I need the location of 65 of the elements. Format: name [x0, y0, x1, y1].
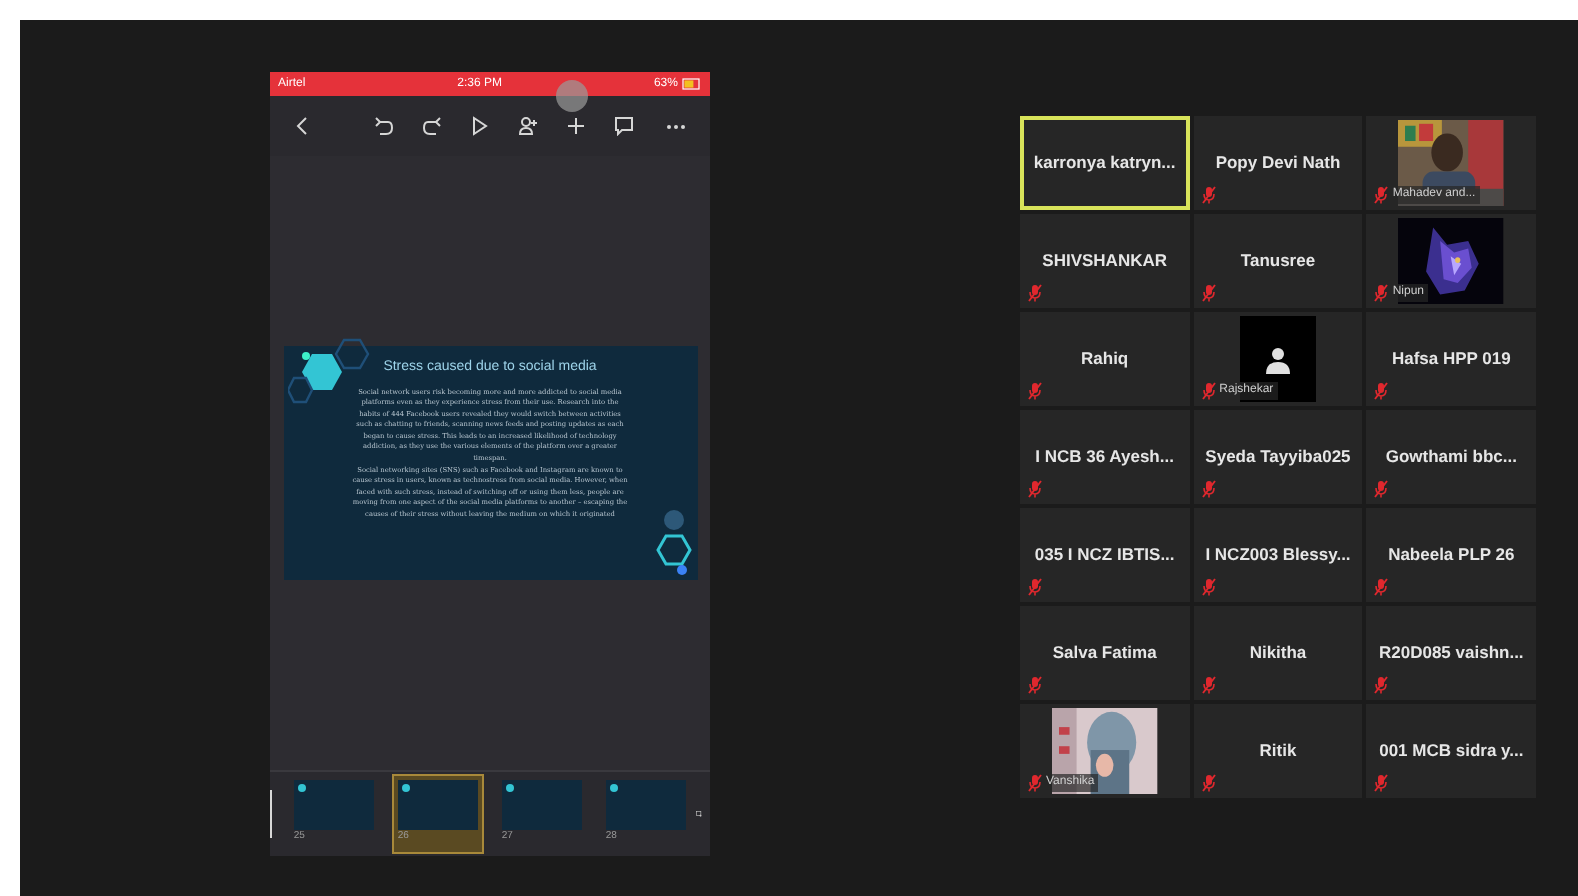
participant-tile[interactable]: R20D085 vaishn... [1366, 606, 1536, 700]
plus-icon[interactable] [566, 116, 586, 136]
participant-name: karronya katryn... [1033, 150, 1176, 176]
muted-mic-icon [1028, 382, 1042, 400]
participant-tile[interactable]: Salva Fatima [1020, 606, 1190, 700]
muted-mic-icon [1201, 774, 1216, 792]
muted-mic-icon [1201, 382, 1216, 400]
muted-mic-icon [1201, 186, 1216, 204]
muted-mic-icon [1201, 480, 1216, 498]
muted-mic-icon [1201, 676, 1216, 694]
muted-mic-icon [1374, 284, 1389, 302]
participant-name: Tanusree [1240, 248, 1316, 274]
participant-name: Hafsa HPP 019 [1391, 346, 1511, 372]
play-icon[interactable] [470, 116, 490, 136]
participant-tile[interactable]: I NCZ003 Blessy... [1193, 508, 1363, 602]
comment-icon[interactable] [614, 116, 634, 136]
battery-icon [681, 78, 702, 90]
participant-tile[interactable]: I NCB 36 Ayesh... [1020, 410, 1190, 504]
participant-tile[interactable]: Gowthami bbc... [1366, 410, 1536, 504]
participant-name: I NCB 36 Ayesh... [1035, 444, 1174, 470]
participant-name: Gowthami bbc... [1385, 444, 1517, 470]
muted-mic-icon [1374, 480, 1389, 498]
participant-name: Nikitha [1249, 640, 1307, 666]
participant-name: Ritik [1259, 738, 1297, 764]
muted-mic-icon [1201, 284, 1216, 302]
participant-name: R20D085 vaishn... [1379, 640, 1524, 666]
muted-mic-icon [1028, 676, 1042, 694]
muted-mic-icon [1374, 774, 1389, 792]
participant-name: Rahiq [1081, 346, 1129, 372]
participant-tile[interactable]: SHIVSHANKAR [1020, 214, 1190, 308]
participant-tile[interactable]: Syeda Tayyiba025 [1193, 410, 1363, 504]
participant-name: I NCZ003 Blessy... [1205, 542, 1351, 568]
muted-mic-icon [1028, 480, 1042, 498]
muted-mic-icon [1028, 774, 1042, 792]
more-icon[interactable] [666, 123, 686, 129]
person-icon [1263, 345, 1292, 373]
muted-mic-icon [1374, 676, 1389, 694]
participant-tile[interactable]: karronya katryn... [1020, 116, 1190, 210]
participant-tile[interactable]: 035 I NCZ IBTIS... [1020, 508, 1190, 602]
hexagon-drawing [653, 508, 693, 576]
participant-tile[interactable]: Nikitha [1193, 606, 1363, 700]
redo-icon[interactable] [422, 116, 442, 136]
participant-name: Syeda Tayyiba025 [1205, 444, 1351, 470]
add-person-icon[interactable] [518, 116, 538, 136]
muted-mic-icon [1028, 578, 1042, 596]
participant-name: 001 MCB sidra y... [1379, 738, 1524, 764]
participant-name: 035 I NCZ IBTIS... [1034, 542, 1175, 568]
participant-name: Salva Fatima [1052, 640, 1157, 666]
touch-indicator [556, 80, 588, 112]
muted-mic-icon [1201, 578, 1216, 596]
participant-tile[interactable]: Tanusree [1193, 214, 1363, 308]
muted-mic-icon [1374, 382, 1389, 400]
participant-tile[interactable]: 001 MCB sidra y... [1366, 704, 1536, 798]
participant-tile[interactable]: Hafsa HPP 019 [1366, 312, 1536, 406]
participant-name: SHIVSHANKAR [1042, 248, 1167, 274]
muted-mic-icon [1028, 284, 1042, 302]
undo-icon[interactable] [374, 116, 394, 136]
participant-name: Nabeela PLP 26 [1388, 542, 1515, 568]
muted-mic-icon [1374, 186, 1389, 204]
participant-tile[interactable]: Popy Devi Nath [1193, 116, 1363, 210]
participant-name: Popy Devi Nath [1215, 150, 1341, 176]
participant-tile[interactable]: Nabeela PLP 26 [1366, 508, 1536, 602]
participant-tile[interactable]: Rahiq [1020, 312, 1190, 406]
muted-mic-icon [1374, 578, 1389, 596]
participant-tile[interactable]: Ritik [1193, 704, 1363, 798]
